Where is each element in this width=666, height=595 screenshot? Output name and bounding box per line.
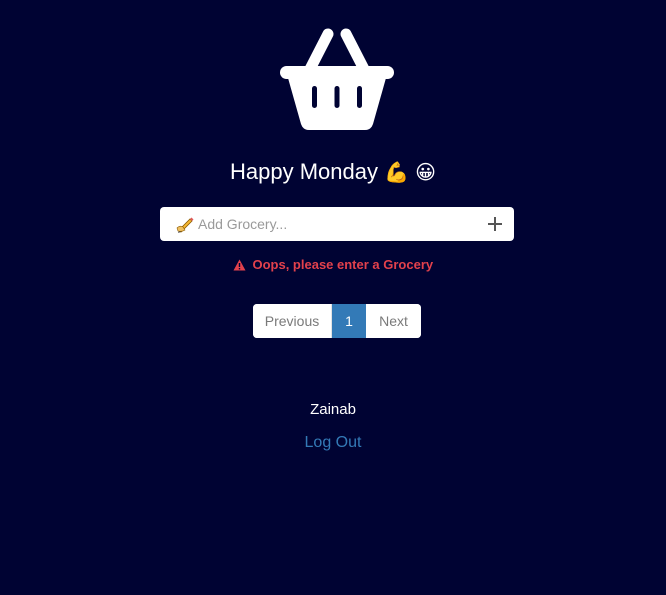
- page: Happy Monday 💪 😀 Oops, please enter a Gr…: [0, 0, 666, 595]
- logout-container: Log Out: [0, 434, 666, 452]
- page-1-button[interactable]: 1: [332, 304, 366, 338]
- greeting-heading: Happy Monday 💪 😀: [0, 156, 666, 188]
- next-page-button[interactable]: Next: [366, 304, 421, 338]
- previous-page-button[interactable]: Previous: [253, 304, 332, 338]
- shopping-basket-icon: [280, 28, 394, 130]
- plus-icon[interactable]: [486, 215, 504, 233]
- warning-triangle-icon: [233, 259, 246, 271]
- writing-hand-icon: [176, 217, 194, 233]
- logout-link[interactable]: Log Out: [305, 434, 362, 451]
- username: Zainab: [310, 401, 356, 418]
- pagination: Previous 1 Next: [253, 304, 421, 338]
- grinning-face-icon: 😀: [415, 160, 436, 184]
- error-message: Oops, please enter a Grocery: [0, 257, 666, 272]
- flexed-biceps-icon: 💪: [384, 160, 410, 184]
- error-text: Oops, please enter a Grocery: [252, 257, 434, 272]
- grocery-input[interactable]: [198, 207, 478, 241]
- grocery-input-container: [160, 207, 514, 241]
- greeting-text: Happy Monday: [230, 159, 378, 184]
